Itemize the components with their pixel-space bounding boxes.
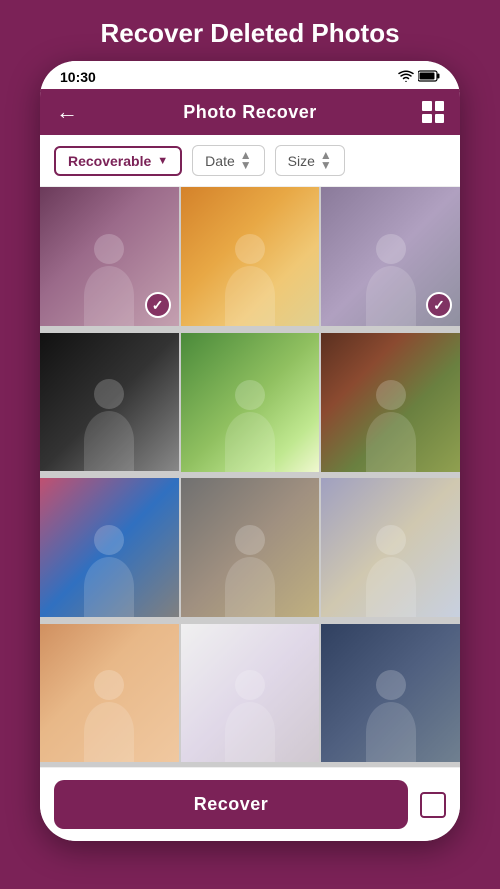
filter-bar: Recoverable ▼ Date ▲▼ Size ▲▼ (40, 135, 460, 187)
page-title: Recover Deleted Photos (80, 0, 419, 61)
photo-item-5[interactable] (181, 333, 320, 472)
app-header: ← Photo Recover (40, 89, 460, 135)
status-time: 10:30 (60, 69, 96, 85)
status-bar: 10:30 (40, 61, 460, 89)
grid-cell-2 (435, 101, 445, 111)
header-title: Photo Recover (183, 102, 317, 123)
recoverable-label: Recoverable (68, 153, 151, 169)
grid-cell-4 (435, 114, 445, 124)
grid-view-button[interactable] (422, 101, 444, 123)
photo-item-4[interactable] (40, 333, 179, 472)
wifi-icon (398, 70, 414, 85)
bottom-bar: Recover (40, 767, 460, 841)
photo-item-1[interactable]: ✓ (40, 187, 179, 326)
phone-frame: 10:30 ← Photo Recover (40, 61, 460, 841)
status-icons (398, 70, 440, 85)
photos-grid: ✓ ✓ (40, 187, 460, 767)
photo-item-9[interactable] (321, 478, 460, 617)
photo-item-6[interactable] (321, 333, 460, 472)
size-sort-icon: ▲▼ (320, 151, 332, 170)
grid-cell-1 (422, 101, 432, 111)
photo-item-8[interactable] (181, 478, 320, 617)
checkmark-1: ✓ (145, 292, 171, 318)
date-sort-icon: ▲▼ (240, 151, 252, 170)
photo-item-7[interactable] (40, 478, 179, 617)
photo-item-11[interactable] (181, 624, 320, 763)
recover-button[interactable]: Recover (54, 780, 408, 829)
recoverable-filter-button[interactable]: Recoverable ▼ (54, 146, 182, 176)
checkmark-3: ✓ (426, 292, 452, 318)
size-sort-button[interactable]: Size ▲▼ (275, 145, 345, 176)
recoverable-arrow-icon: ▼ (157, 155, 168, 167)
grid-cell-3 (422, 114, 432, 124)
date-sort-button[interactable]: Date ▲▼ (192, 145, 264, 176)
back-button[interactable]: ← (56, 99, 78, 125)
battery-icon (418, 70, 440, 85)
photo-item-12[interactable] (321, 624, 460, 763)
size-label: Size (288, 153, 315, 169)
photo-item-10[interactable] (40, 624, 179, 763)
date-label: Date (205, 153, 235, 169)
photo-item-3[interactable]: ✓ (321, 187, 460, 326)
photo-item-2[interactable] (181, 187, 320, 326)
select-all-checkbox[interactable] (420, 792, 446, 818)
